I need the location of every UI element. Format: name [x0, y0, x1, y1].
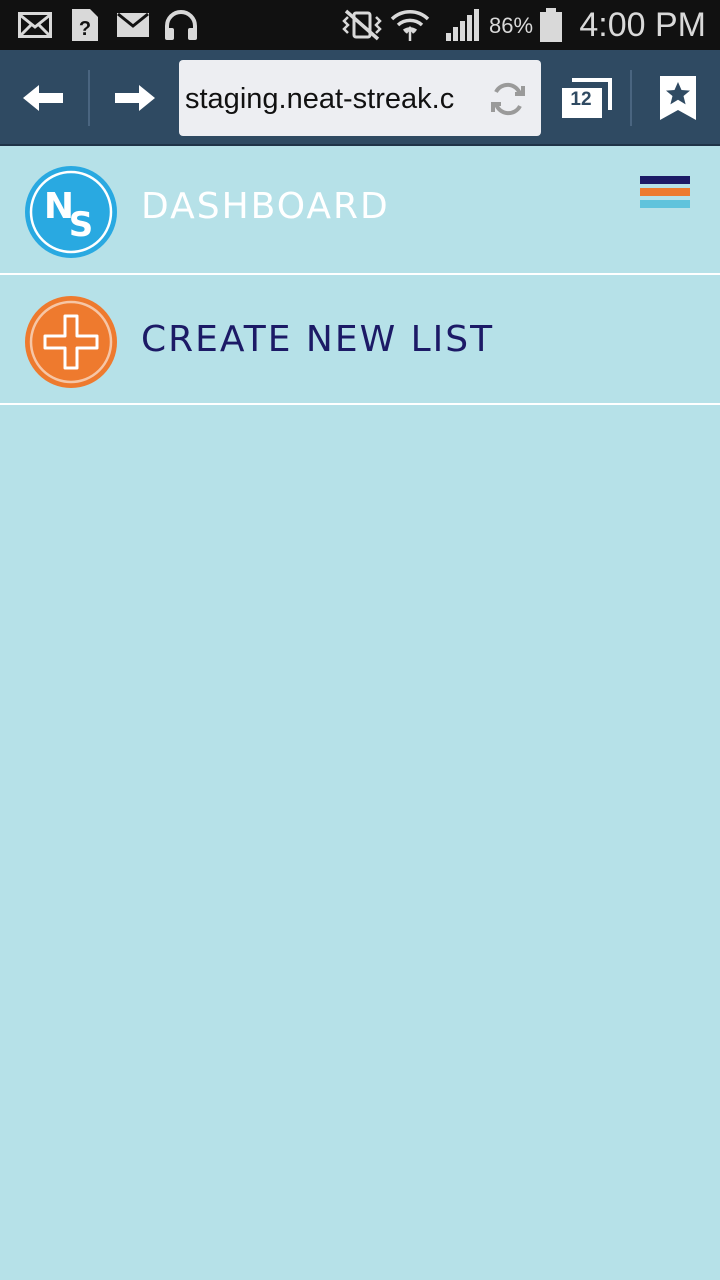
vibrate-mute-icon	[338, 0, 386, 50]
toolbar-divider	[630, 70, 632, 126]
signal-icon	[446, 0, 482, 50]
svg-text:S: S	[69, 205, 94, 245]
forward-button[interactable]	[108, 50, 162, 146]
email-icon	[18, 0, 52, 50]
menu-item-label: DASHBOARD	[141, 186, 390, 227]
menu-item-create-new-list[interactable]: CREATE NEW LIST	[0, 276, 720, 405]
content-area	[0, 406, 720, 1280]
browser-toolbar: staging.neat-streak.c 12	[0, 50, 720, 146]
back-button[interactable]	[16, 50, 70, 146]
reload-icon[interactable]	[489, 80, 527, 118]
svg-text:?: ?	[79, 18, 91, 40]
back-arrow-icon	[23, 85, 63, 111]
status-bar: ? 86% 4:00 PM	[0, 0, 720, 50]
add-circle-icon	[25, 296, 117, 388]
bookmark-star-icon	[660, 76, 696, 120]
battery-icon	[540, 0, 562, 50]
headphones-icon	[163, 0, 199, 50]
wifi-icon	[390, 0, 430, 50]
battery-percent: 86%	[489, 13, 534, 38]
menu-item-dashboard[interactable]: N S DASHBOARD	[0, 146, 720, 275]
menu-item-label: CREATE NEW LIST	[141, 319, 495, 360]
toolbar-divider	[88, 70, 90, 126]
unknown-file-icon: ?	[72, 0, 98, 50]
address-bar[interactable]: staging.neat-streak.c	[179, 60, 541, 136]
clock: 4:00 PM	[579, 6, 706, 44]
tab-count: 12	[570, 89, 592, 110]
bookmarks-button[interactable]	[652, 50, 704, 146]
neat-streak-logo-icon: N S	[25, 166, 117, 258]
hamburger-menu-icon[interactable]	[640, 176, 690, 228]
gmail-icon	[117, 0, 149, 50]
url-text[interactable]: staging.neat-streak.c	[185, 60, 485, 136]
forward-arrow-icon	[115, 85, 155, 111]
